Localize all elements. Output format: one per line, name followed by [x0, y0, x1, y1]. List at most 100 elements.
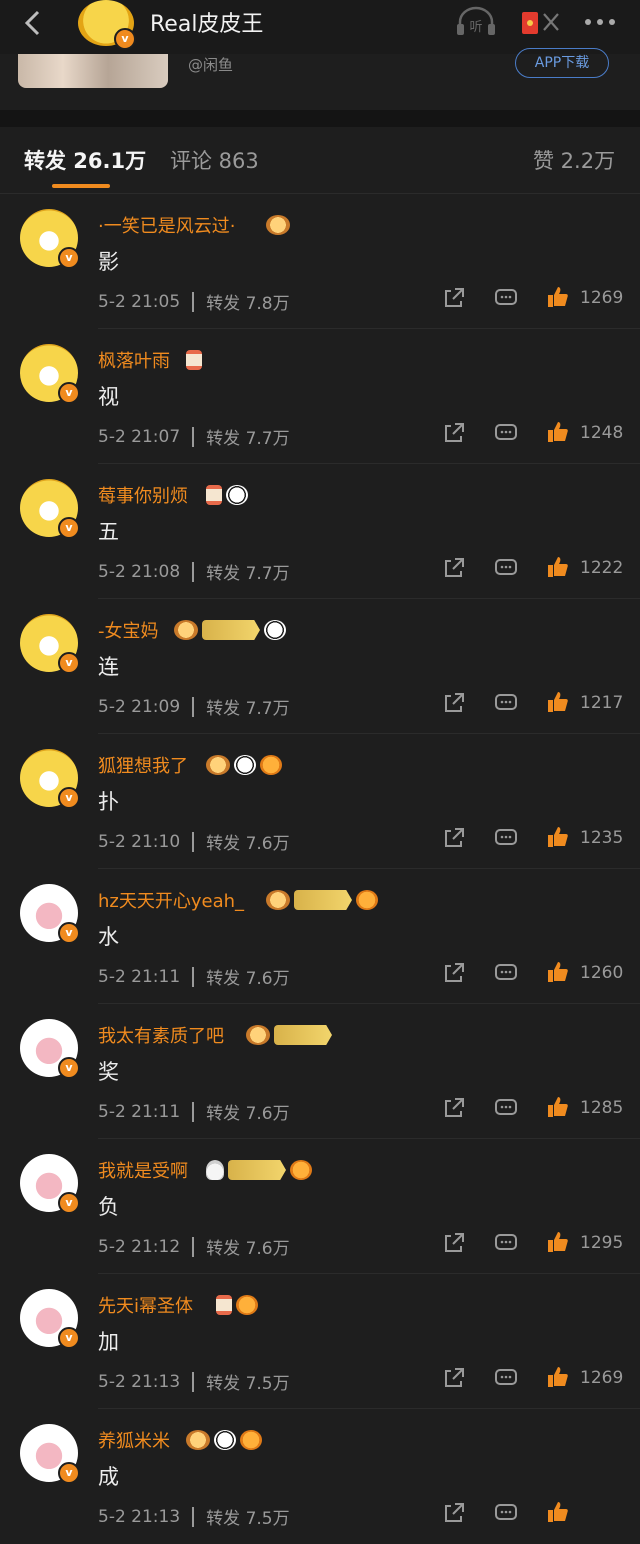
level-badge-icon: [274, 1025, 332, 1045]
comment-meta: 5-2 21:08 转发 7.7万: [98, 559, 290, 584]
comment-icon[interactable]: [494, 1366, 518, 1390]
comment-icon[interactable]: [494, 556, 518, 580]
share-icon[interactable]: [442, 1096, 466, 1120]
page-title: Real皮皮王: [150, 12, 264, 37]
comment-icon[interactable]: [494, 286, 518, 310]
comment-row[interactable]: v 莓事你别烦五 5-2 21:08 转发 7.7万 1222: [0, 464, 640, 599]
crown-badge-icon: [266, 215, 290, 235]
comment-text: 加: [98, 1330, 119, 1354]
tab-like[interactable]: 赞 2.2万: [533, 145, 615, 175]
comment-icon[interactable]: [494, 691, 518, 715]
red-packet-icon[interactable]: [520, 6, 560, 38]
comment-icon[interactable]: [494, 961, 518, 985]
share-icon[interactable]: [442, 286, 466, 310]
thumbs-up-icon[interactable]: [546, 420, 570, 444]
comment-icon[interactable]: [494, 826, 518, 850]
app-download-button[interactable]: APP下载: [515, 48, 609, 78]
comment-icon[interactable]: [494, 1501, 518, 1525]
back-arrow-icon[interactable]: [18, 8, 48, 38]
comment-row[interactable]: v hz天天开心yeah_ 水 5-2 21:11 转发 7.6万 1260: [0, 869, 640, 1004]
crown-badge-icon: [174, 620, 198, 640]
tab-comment[interactable]: 评论 863: [170, 145, 259, 175]
meta-separator: [192, 1506, 195, 1527]
commenter-name[interactable]: ·一笑已是风云过·: [98, 212, 235, 238]
share-icon[interactable]: [442, 961, 466, 985]
comment-row[interactable]: v 养狐米米成 5-2 21:13 转发 7.5万: [0, 1409, 640, 1544]
share-icon[interactable]: [442, 826, 466, 850]
like-count: 1269: [580, 288, 624, 308]
fish-badge-icon: [260, 755, 282, 775]
section-divider: [0, 110, 640, 127]
thumbs-up-icon[interactable]: [546, 1500, 570, 1524]
commenter-name[interactable]: 我太有素质了吧: [98, 1022, 224, 1048]
commenter-name[interactable]: 先天i幂圣体: [98, 1292, 193, 1318]
thumbs-up-icon[interactable]: [546, 825, 570, 849]
verified-icon: v: [58, 247, 80, 269]
thumbs-up-icon[interactable]: [546, 1230, 570, 1254]
verified-icon: v: [58, 382, 80, 404]
meta-separator: [192, 696, 195, 717]
verified-icon: v: [114, 28, 136, 50]
commenter-name[interactable]: 莓事你别烦: [98, 482, 188, 508]
comment-row[interactable]: v ·一笑已是风云过· 影 5-2 21:05 转发 7.8万 1269: [0, 194, 640, 329]
comment-icon[interactable]: [494, 1096, 518, 1120]
share-icon[interactable]: [442, 1501, 466, 1525]
share-icon[interactable]: [442, 556, 466, 580]
commenter-name[interactable]: 我就是受啊: [98, 1157, 188, 1183]
comment-row[interactable]: v 狐狸想我了扑 5-2 21:10 转发 7.6万 1235: [0, 734, 640, 869]
thumbs-up-icon[interactable]: [546, 690, 570, 714]
user-badges: [206, 754, 282, 776]
comment-time: 5-2 21:13: [98, 1371, 181, 1392]
headphones-icon[interactable]: 听: [454, 6, 498, 38]
comment-row[interactable]: v 我就是受啊负 5-2 21:12 转发 7.6万 1295: [0, 1139, 640, 1274]
comment-time: 5-2 21:07: [98, 426, 181, 447]
commenter-name[interactable]: 枫落叶雨: [98, 347, 170, 373]
more-options-icon[interactable]: [580, 6, 620, 38]
comment-text: 影: [98, 250, 119, 274]
comment-meta: 5-2 21:13 转发 7.5万: [98, 1369, 290, 1394]
comment-text: 负: [98, 1195, 119, 1219]
repost-count: 转发 7.6万: [206, 1104, 290, 1124]
tab-repost[interactable]: 转发 26.1万: [24, 145, 146, 175]
thumbs-up-icon[interactable]: [546, 285, 570, 309]
comment-icon[interactable]: [494, 1231, 518, 1255]
meta-separator: [192, 1101, 195, 1122]
comment-time: 5-2 21:09: [98, 696, 181, 717]
comment-text: 扑: [98, 790, 119, 814]
comment-text: 视: [98, 385, 119, 409]
share-icon[interactable]: [442, 691, 466, 715]
thumbs-up-icon[interactable]: [546, 960, 570, 984]
meta-separator: [192, 426, 195, 447]
comment-row[interactable]: v 先天i幂圣体加 5-2 21:13 转发 7.5万 1269: [0, 1274, 640, 1409]
comment-icon[interactable]: [494, 421, 518, 445]
comment-meta: 5-2 21:10 转发 7.6万: [98, 829, 290, 854]
comment-meta: 5-2 21:12 转发 7.6万: [98, 1234, 290, 1259]
commenter-name[interactable]: 狐狸想我了: [98, 752, 188, 778]
comment-row[interactable]: v 我太有素质了吧奖 5-2 21:11 转发 7.6万 1285: [0, 1004, 640, 1139]
crown-badge-icon: [266, 890, 290, 910]
share-icon[interactable]: [442, 421, 466, 445]
user-badges: [266, 889, 378, 911]
crown-badge-icon: [206, 755, 230, 775]
commenter-name[interactable]: 养狐米米: [98, 1427, 170, 1453]
panda-badge-icon: [226, 485, 248, 505]
comment-meta: 5-2 21:05 转发 7.8万: [98, 289, 290, 314]
share-icon[interactable]: [442, 1366, 466, 1390]
comment-meta: 5-2 21:09 转发 7.7万: [98, 694, 290, 719]
product-thumbnail[interactable]: [18, 54, 168, 88]
meta-separator: [192, 966, 195, 987]
user-badges: [174, 619, 286, 641]
panda-badge-icon: [234, 755, 256, 775]
thumbs-up-icon[interactable]: [546, 1095, 570, 1119]
commenter-name[interactable]: -女宝妈: [98, 617, 159, 643]
comment-row[interactable]: v 枫落叶雨视 5-2 21:07 转发 7.7万 1248: [0, 329, 640, 464]
commenter-name[interactable]: hz天天开心yeah_: [98, 887, 244, 913]
verified-icon: v: [58, 1462, 80, 1484]
comment-row[interactable]: v -女宝妈连 5-2 21:09 转发 7.7万 1217: [0, 599, 640, 734]
comment-time: 5-2 21:05: [98, 291, 181, 312]
thumbs-up-icon[interactable]: [546, 1365, 570, 1389]
share-icon[interactable]: [442, 1231, 466, 1255]
repost-count: 转发 7.7万: [206, 564, 290, 584]
thumbs-up-icon[interactable]: [546, 555, 570, 579]
verified-icon: v: [58, 517, 80, 539]
